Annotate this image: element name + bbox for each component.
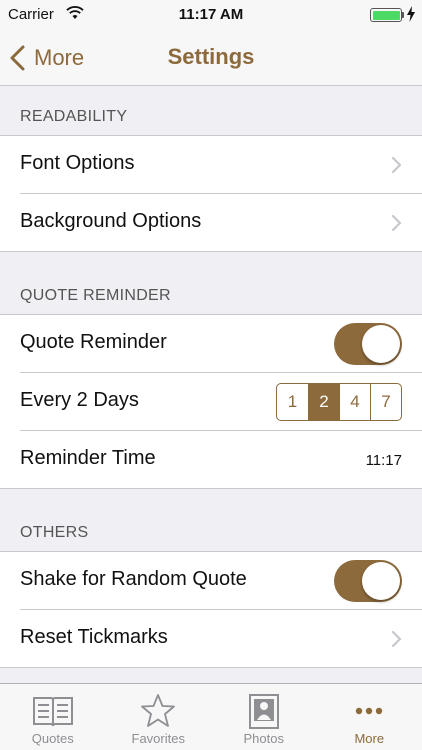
quote-reminder-row: Quote Reminder bbox=[0, 315, 422, 373]
tab-quotes-label: Quotes bbox=[31, 731, 74, 746]
status-time: 11:17 AM bbox=[178, 6, 244, 23]
tab-photos[interactable]: Photos bbox=[211, 684, 317, 750]
section-header-others: OTHERS bbox=[20, 524, 89, 541]
more-icon bbox=[356, 707, 383, 715]
chevron-right-icon bbox=[391, 214, 402, 232]
reset-tickmarks-row[interactable]: Reset Tickmarks bbox=[0, 610, 422, 668]
navigation-bar: More Settings bbox=[0, 30, 422, 86]
reminder-frequency-row: Every 2 Days 1 2 4 7 bbox=[0, 373, 422, 431]
reminder-time-row[interactable]: Reminder Time 11:17 bbox=[0, 431, 422, 489]
page-title: Settings bbox=[167, 44, 255, 69]
reminder-frequency-label: Every 2 Days bbox=[20, 389, 139, 411]
shake-random-quote-toggle[interactable] bbox=[334, 560, 402, 602]
photo-icon bbox=[248, 694, 279, 729]
frequency-option-7[interactable]: 7 bbox=[370, 384, 401, 420]
frequency-option-2[interactable]: 2 bbox=[308, 384, 339, 420]
frequency-option-1[interactable]: 1 bbox=[277, 384, 308, 420]
tab-bar: Quotes Favorites Photos More bbox=[0, 683, 422, 750]
section-header-quote-reminder: QUOTE REMINDER bbox=[20, 287, 171, 304]
book-icon bbox=[32, 697, 73, 727]
background-options-row[interactable]: Background Options bbox=[0, 194, 422, 252]
reminder-time-label: Reminder Time bbox=[20, 447, 156, 469]
frequency-segmented-control: 1 2 4 7 bbox=[276, 383, 402, 421]
chevron-right-icon bbox=[391, 156, 402, 174]
reminder-time-value: 11:17 bbox=[365, 452, 402, 469]
tab-favorites-label: Favorites bbox=[131, 731, 185, 746]
tab-photos-label: Photos bbox=[243, 731, 284, 746]
section-header-readability: READABILITY bbox=[20, 108, 128, 125]
background-options-label: Background Options bbox=[20, 210, 202, 232]
shake-random-quote-label: Shake for Random Quote bbox=[20, 568, 247, 590]
frequency-option-4[interactable]: 4 bbox=[339, 384, 370, 420]
star-icon bbox=[141, 694, 176, 727]
shake-random-quote-row: Shake for Random Quote bbox=[0, 552, 422, 610]
tab-favorites[interactable]: Favorites bbox=[106, 684, 212, 750]
quote-reminder-toggle[interactable] bbox=[334, 323, 402, 365]
charging-bolt-icon bbox=[407, 6, 415, 22]
tab-more-label: More bbox=[354, 731, 385, 746]
tab-more[interactable]: More bbox=[317, 684, 422, 750]
battery-icon bbox=[370, 8, 402, 22]
font-options-label: Font Options bbox=[20, 152, 135, 174]
tab-quotes[interactable]: Quotes bbox=[0, 684, 106, 750]
chevron-right-icon bbox=[391, 630, 402, 648]
status-bar: Carrier 11:17 AM bbox=[0, 0, 422, 30]
font-options-row[interactable]: Font Options bbox=[0, 136, 422, 194]
reset-tickmarks-label: Reset Tickmarks bbox=[20, 626, 168, 648]
quote-reminder-label: Quote Reminder bbox=[20, 331, 167, 353]
